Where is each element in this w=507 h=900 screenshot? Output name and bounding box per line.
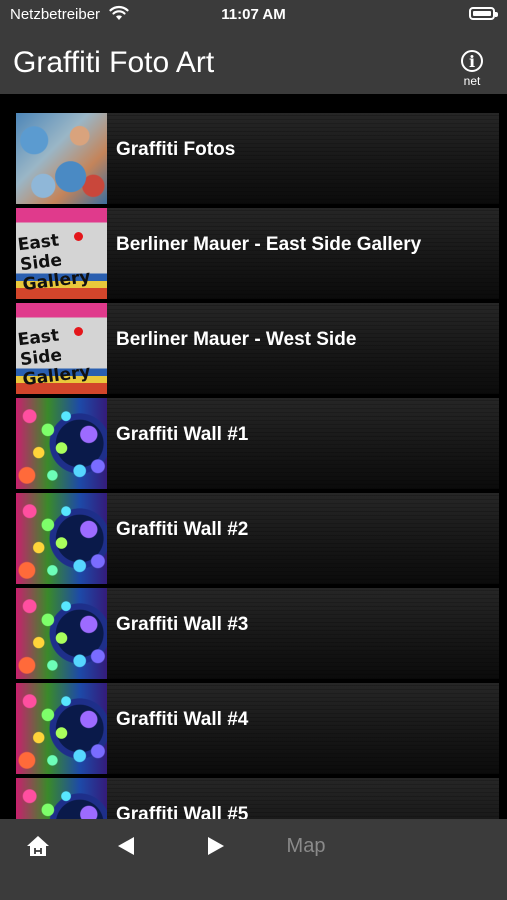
- thumbnail-logo-text: East Side Gallery: [16, 230, 92, 296]
- navigation-bar: Graffiti Foto Art i net: [0, 28, 507, 94]
- category-list[interactable]: Graffiti Fotos East Side Gallery Berliner…: [16, 113, 499, 819]
- list-item-label: Graffiti Wall #4: [116, 709, 249, 730]
- east-side-gallery-thumbnail: East Side Gallery: [16, 208, 107, 299]
- list-item-label: Berliner Mauer - East Side Gallery: [116, 234, 422, 255]
- list-item[interactable]: Graffiti Wall #2: [16, 493, 499, 584]
- status-bar: Netzbetreiber 11:07 AM: [0, 0, 507, 28]
- list-item[interactable]: Graffiti Fotos: [16, 113, 499, 204]
- list-item[interactable]: East Side Gallery Berliner Mauer - East S…: [16, 208, 499, 299]
- list-item[interactable]: Graffiti Wall #3: [16, 588, 499, 679]
- back-button[interactable]: [111, 819, 141, 873]
- thumbnail-logo-text: East Side Gallery: [16, 325, 92, 391]
- clock: 11:07 AM: [221, 6, 286, 23]
- list-item-label: Graffiti Wall #1: [116, 424, 249, 445]
- graffiti-thumbnail: [16, 113, 107, 204]
- home-indicator-area: [0, 873, 507, 900]
- map-button[interactable]: Map: [280, 819, 332, 873]
- battery-icon: [469, 7, 498, 20]
- list-item-label: Berliner Mauer - West Side: [116, 329, 357, 350]
- info-icon: i: [461, 50, 483, 72]
- info-button-label: net: [463, 74, 481, 88]
- list-item-label: Graffiti Fotos: [116, 139, 236, 160]
- east-side-gallery-thumbnail: East Side Gallery: [16, 303, 107, 394]
- list-item[interactable]: Graffiti Wall #1: [16, 398, 499, 489]
- back-arrow-icon: [118, 837, 134, 855]
- graffiti-wall-thumbnail: [16, 493, 107, 584]
- home-button[interactable]: [20, 819, 56, 873]
- list-item-label: Graffiti Wall #5: [116, 804, 249, 819]
- list-item[interactable]: Graffiti Wall #5: [16, 778, 499, 819]
- list-item[interactable]: East Side Gallery Berliner Mauer - West S…: [16, 303, 499, 394]
- graffiti-wall-thumbnail: [16, 683, 107, 774]
- graffiti-wall-thumbnail: [16, 588, 107, 679]
- page-title: Graffiti Foto Art: [13, 46, 215, 79]
- home-icon: [27, 836, 49, 856]
- list-item[interactable]: Graffiti Wall #4: [16, 683, 499, 774]
- bottom-toolbar: Map: [0, 819, 507, 873]
- forward-button[interactable]: [201, 819, 231, 873]
- info-button[interactable]: i net: [457, 50, 487, 94]
- graffiti-wall-thumbnail: [16, 398, 107, 489]
- list-item-label: Graffiti Wall #3: [116, 614, 249, 635]
- graffiti-wall-thumbnail: [16, 778, 107, 819]
- forward-arrow-icon: [208, 837, 224, 855]
- list-item-label: Graffiti Wall #2: [116, 519, 249, 540]
